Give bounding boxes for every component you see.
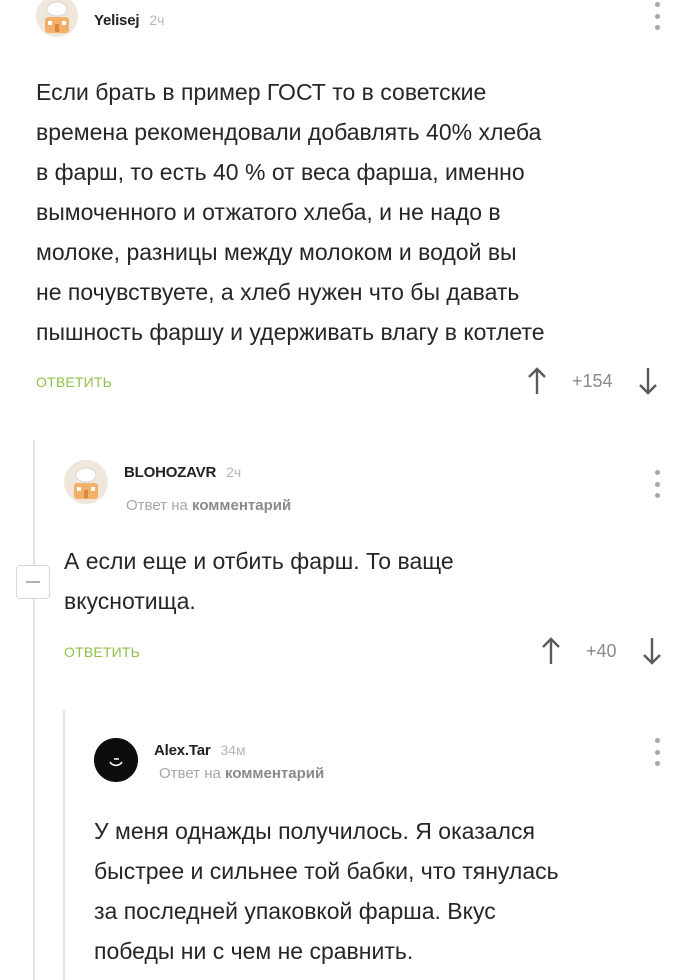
downvote-arrow-icon[interactable]	[637, 366, 659, 396]
chef-avatar-icon[interactable]	[36, 0, 78, 37]
text-line: за последней упаковкой фарша. Вкус	[94, 898, 496, 924]
text-line: пышность фаршу и удерживать влагу в котл…	[36, 319, 545, 345]
text-line: У меня однажды получилось. Я оказался	[94, 818, 535, 844]
text-line: А если еще и отбить фарш. То ваще	[64, 548, 454, 574]
more-options-icon[interactable]	[653, 2, 661, 30]
timestamp: 2ч	[149, 12, 165, 28]
timestamp: 2ч	[226, 464, 242, 480]
dark-avatar-icon[interactable]	[94, 738, 138, 782]
reply-to-link[interactable]: комментарий	[225, 765, 324, 782]
reply-button[interactable]: ОТВЕТИТЬ	[36, 374, 112, 390]
text-line: вымоченного и отжатого хлеба, и не надо …	[36, 199, 501, 225]
username[interactable]: BLOHOZAVR	[124, 464, 216, 481]
upvote-arrow-icon[interactable]	[526, 366, 548, 396]
rating-count: +154	[572, 370, 613, 391]
text-line: вкуснотища.	[64, 588, 196, 614]
comment-text: У меня однажды получилось. Я оказался бы…	[94, 811, 684, 971]
thread-line-level-2	[63, 710, 65, 980]
reply-to-link[interactable]: комментарий	[192, 497, 291, 514]
comment-text: Если брать в пример ГОСТ то в советские …	[36, 72, 676, 352]
upvote-arrow-icon[interactable]	[540, 636, 562, 666]
text-line: времена рекомендовали добавлять 40% хлеб…	[36, 119, 542, 145]
text-line: Если брать в пример ГОСТ то в советские	[36, 79, 487, 105]
vote-controls: +40	[540, 636, 663, 666]
thread-line-level-1	[33, 440, 35, 980]
text-line: быстрее и сильнее той бабки, что тянулас…	[94, 858, 559, 884]
reply-to-label: Ответ на комментарий	[126, 497, 291, 514]
text-line: молоке, разницы между молоком и водой вы	[36, 239, 517, 265]
comment-header: Yelisej 2ч	[36, 0, 164, 40]
reply-button[interactable]: ОТВЕТИТЬ	[64, 644, 140, 660]
vote-controls: +154	[526, 366, 659, 396]
collapse-thread-button[interactable]	[16, 565, 50, 599]
text-line: не почувствуете, а хлеб нужен что бы дав…	[36, 279, 520, 305]
text-line: в фарш, то есть 40 % от веса фарша, имен…	[36, 159, 525, 185]
reply-to-label: Ответ на комментарий	[159, 765, 324, 782]
more-options-icon[interactable]	[653, 470, 661, 498]
more-options-icon[interactable]	[653, 738, 661, 766]
reply-to-prefix: Ответ на	[126, 497, 188, 514]
downvote-arrow-icon[interactable]	[641, 636, 663, 666]
username[interactable]: Alex.Tar	[154, 742, 211, 759]
reply-to-prefix: Ответ на	[159, 765, 221, 782]
timestamp: 34м	[220, 742, 246, 758]
rating-count: +40	[586, 640, 617, 661]
username[interactable]: Yelisej	[94, 12, 140, 29]
text-line: победы ни с чем не сравнить.	[94, 938, 414, 964]
minus-icon	[26, 581, 40, 583]
chef-avatar-icon[interactable]	[64, 460, 108, 504]
comment-text: А если еще и отбить фарш. То ваще вкусно…	[64, 541, 664, 621]
